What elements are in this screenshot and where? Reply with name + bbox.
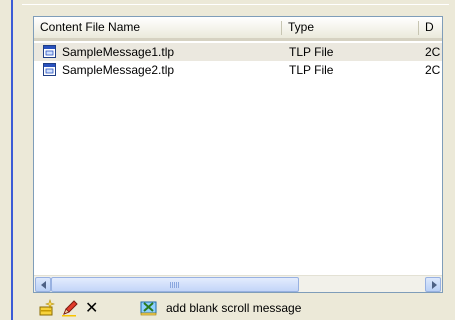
column-header-date[interactable]: D (419, 17, 442, 38)
add-blank-scroll-message-label: add blank scroll message (166, 301, 302, 315)
bottom-toolbar: ✕ add blank scroll message (33, 298, 443, 318)
blank-scroll-icon (140, 301, 157, 316)
table-row[interactable]: SampleMessage1.tlp TLP File 2C (34, 43, 442, 61)
pencil-edit-icon (62, 300, 78, 317)
chevron-left-icon (41, 281, 46, 289)
scrollbar-thumb[interactable] (51, 277, 299, 292)
file-date-cell: 2C (425, 63, 441, 77)
file-name-cell: SampleMessage2.tlp (62, 63, 175, 77)
tlp-file-icon (43, 63, 56, 76)
scroll-left-button[interactable] (35, 277, 51, 292)
content-file-list[interactable]: Content File Name Type D SampleMessage1.… (33, 16, 443, 293)
file-date-cell: 2C (425, 45, 441, 59)
column-header-content-file-name[interactable]: Content File Name (34, 17, 281, 38)
add-blank-scroll-message-button[interactable]: add blank scroll message (140, 298, 301, 318)
column-header-type[interactable]: Type (282, 17, 417, 38)
new-message-button[interactable] (38, 298, 56, 318)
scroll-right-button[interactable] (425, 277, 441, 292)
chevron-right-icon (432, 281, 437, 289)
left-accent-bar (11, 0, 13, 320)
new-document-sparkle-icon (39, 299, 55, 316)
table-row[interactable]: SampleMessage2.tlp TLP File 2C (34, 61, 442, 79)
tlp-file-icon (43, 45, 56, 58)
scrollbar-grip (170, 282, 180, 288)
close-icon: ✕ (85, 300, 99, 317)
horizontal-scrollbar[interactable] (34, 275, 442, 292)
file-type-cell: TLP File (289, 45, 334, 59)
file-type-cell: TLP File (289, 63, 334, 77)
delete-message-button[interactable]: ✕ (85, 298, 98, 318)
panel-divider (22, 4, 449, 5)
list-header: Content File Name Type D (34, 17, 442, 41)
edit-message-button[interactable] (61, 298, 79, 318)
file-name-cell: SampleMessage1.tlp (62, 45, 175, 59)
